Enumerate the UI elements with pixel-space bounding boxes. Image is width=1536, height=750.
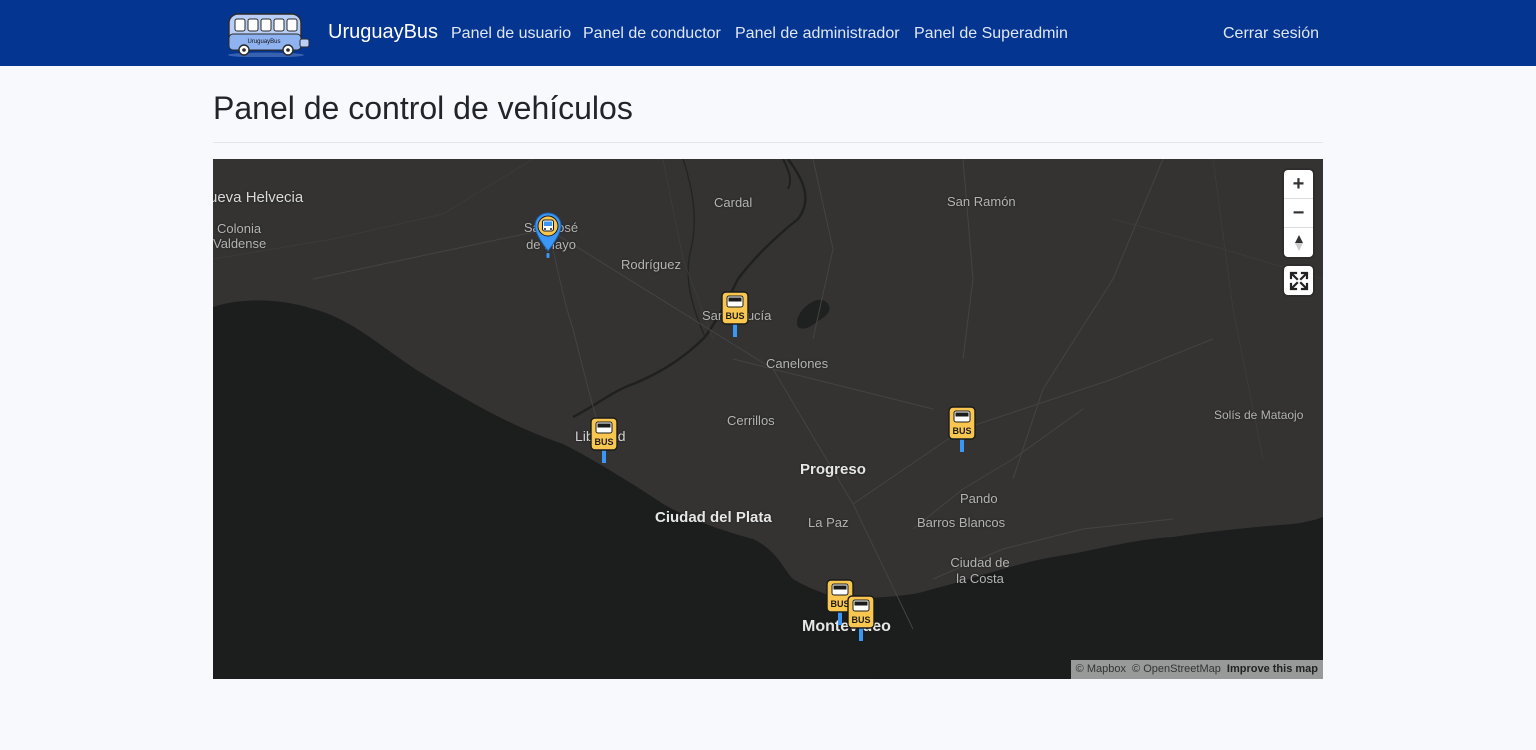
vehicle-map[interactable]: ueva Helvecia Colonia Valdense San José … — [213, 159, 1323, 679]
nav-link-superadmin-panel[interactable]: Panel de Superadmin — [914, 25, 1068, 43]
bus-stop-marker[interactable]: BUS — [589, 417, 619, 467]
bus-stop-label: BUS — [725, 311, 744, 321]
bus-stop-label: BUS — [594, 437, 613, 447]
bus-stop-marker[interactable]: BUS — [947, 406, 977, 456]
improve-map-link[interactable]: Improve this map — [1227, 663, 1318, 675]
place-label-nueva-helvecia: ueva Helvecia — [213, 189, 304, 206]
place-label-la-paz: La Paz — [808, 515, 849, 530]
logout-link[interactable]: Cerrar sesión — [1223, 25, 1319, 43]
nav-link-driver-panel[interactable]: Panel de conductor — [583, 25, 721, 43]
bus-stop-sign-icon: BUS — [590, 417, 618, 463]
place-label-colonia-valdense-1: Colonia — [217, 221, 262, 236]
zoom-out-icon: − — [1292, 201, 1305, 224]
nav-link-user-panel[interactable]: Panel de usuario — [451, 25, 571, 43]
place-label-ciudad-de-la-costa-2: la Costa — [956, 571, 1004, 586]
fullscreen-button[interactable] — [1284, 266, 1313, 295]
bus-stop-marker[interactable]: BUS — [846, 595, 876, 645]
bus-stop-label: BUS — [952, 426, 971, 436]
bus-stop-label: BUS — [851, 615, 870, 625]
place-label-colonia-valdense-2: Valdense — [213, 236, 267, 251]
place-label-san-ramon: San Ramón — [947, 194, 1016, 209]
bus-stop-marker[interactable]: BUS — [720, 291, 750, 341]
place-label-progreso: Progreso — [800, 461, 866, 478]
title-divider — [213, 142, 1323, 143]
bus-location-pin-icon — [534, 212, 562, 258]
compass-icon — [1294, 234, 1303, 251]
place-label-cerrillos: Cerrillos — [727, 413, 775, 428]
zoom-controls: + − — [1284, 170, 1313, 257]
place-label-canelones: Canelones — [766, 356, 829, 371]
place-label-ciudad-del-plata: Ciudad del Plata — [655, 509, 772, 526]
nav-link-admin-panel[interactable]: Panel de administrador — [735, 25, 900, 43]
fullscreen-icon — [1289, 271, 1308, 290]
place-label-cardal: Cardal — [714, 195, 753, 210]
place-label-solis-de-mataojo: Solís de Mataojo — [1214, 408, 1304, 422]
page-title: Panel de control de vehículos — [213, 90, 633, 126]
bus-logo-icon[interactable]: UruguayBus — [226, 11, 312, 57]
zoom-in-icon: + — [1292, 172, 1305, 195]
attribution-mapbox-link[interactable]: © Mapbox — [1076, 663, 1126, 675]
place-label-ciudad-de-la-costa-1: Ciudad de — [950, 555, 1010, 570]
vehicle-location-marker[interactable] — [534, 211, 562, 259]
brand-name[interactable]: UruguayBus — [328, 21, 438, 44]
bus-logo-text: UruguayBus — [247, 39, 280, 45]
place-label-rodriguez: Rodríguez — [621, 257, 681, 272]
bus-stop-sign-icon: BUS — [948, 406, 976, 452]
compass-button[interactable] — [1284, 228, 1313, 257]
zoom-out-button[interactable]: − — [1284, 199, 1313, 228]
map-attribution: © Mapbox © OpenStreetMap Improve this ma… — [1070, 660, 1323, 679]
bus-stop-sign-icon: BUS — [847, 595, 875, 641]
place-label-pando: Pando — [960, 491, 998, 506]
zoom-in-button[interactable]: + — [1284, 170, 1313, 199]
attribution-osm-link[interactable]: © OpenStreetMap — [1132, 663, 1221, 675]
top-navbar: UruguayBus UruguayBus Panel de usuario P… — [0, 0, 1536, 66]
bus-stop-sign-icon: BUS — [721, 291, 749, 337]
place-label-barros-blancos: Barros Blancos — [917, 515, 1006, 530]
